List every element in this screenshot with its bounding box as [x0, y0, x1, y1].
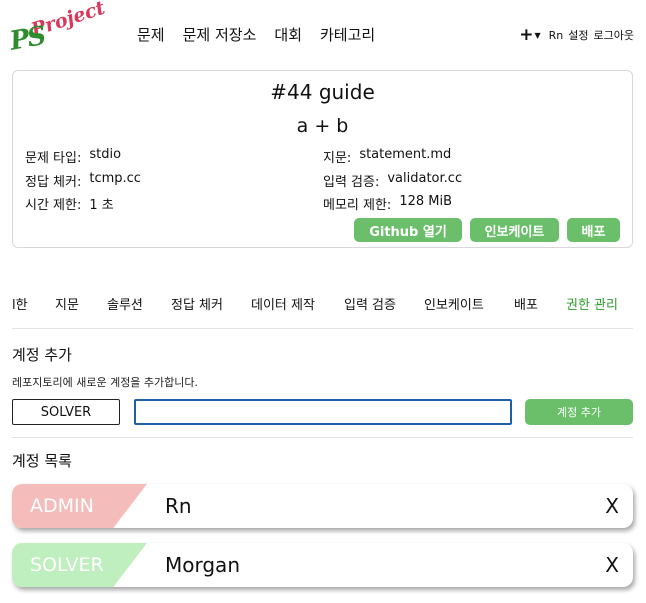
checker-value: tcmp.cc [89, 171, 141, 186]
account-username: Rn [165, 494, 192, 518]
problem-tabs: l한 지문 솔루션 정답 체커 데이터 제작 입력 검증 인보케이트 배포 권한… [0, 294, 633, 314]
section-divider [12, 437, 633, 438]
memory-limit-value: 128 MiB [399, 194, 453, 209]
account-name-input[interactable] [134, 399, 512, 425]
statement-label: 지문: [323, 151, 352, 166]
logo-ps-text: PS [7, 21, 47, 57]
problem-checker: 정답 체커: tcmp.cc [25, 171, 141, 190]
role-badge-admin: ADMIN [12, 484, 147, 528]
problem-time-limit: 시간 제한: 1 초 [25, 194, 114, 213]
tab-checker[interactable]: 정답 체커 [171, 294, 223, 313]
tab-solutions[interactable]: 솔루션 [107, 294, 143, 313]
tab-invoke[interactable]: 인보케이트 [424, 294, 484, 313]
settings-link[interactable]: 설정 [568, 27, 588, 43]
validator-value: validator.cc [387, 171, 463, 186]
logout-link[interactable]: 로그아웃 [594, 27, 634, 43]
role-select[interactable]: SOLVER [12, 399, 120, 425]
problem-info-card: #44 guide a + b 문제 타입: stdio 정답 체커: tcmp… [12, 70, 633, 248]
plus-icon[interactable]: + [519, 26, 533, 43]
tab-deploy[interactable]: 배포 [514, 294, 538, 313]
problem-validator: 입력 검증: validator.cc [323, 171, 462, 190]
tab-generator[interactable]: 데이터 제작 [251, 294, 315, 313]
problem-memory-limit: 메모리 제한: 128 MiB [323, 194, 452, 213]
deploy-button[interactable]: 배포 [567, 218, 620, 242]
add-account-heading: 계정 추가 [12, 346, 72, 364]
nav-problems[interactable]: 문제 [137, 24, 165, 45]
validator-label: 입력 검증: [323, 175, 380, 190]
user-area: + ▼ Rn 설정 로그아웃 [519, 26, 634, 43]
statement-value: statement.md [359, 147, 452, 162]
problem-subtitle: a + b [296, 115, 349, 137]
memory-limit-label: 메모리 제한: [323, 198, 392, 213]
problem-type-label: 문제 타입: [25, 151, 82, 166]
account-row: SOLVER Morgan X [12, 543, 633, 587]
tab-partial[interactable]: l한 [12, 294, 28, 313]
add-account-description: 레포지토리에 새로운 계정을 추가합니다. [12, 376, 199, 389]
tab-permissions[interactable]: 권한 관리 [566, 294, 618, 313]
problem-statement: 지문: statement.md [323, 147, 451, 166]
problem-type-value: stdio [89, 147, 122, 162]
checker-label: 정답 체커: [25, 175, 82, 190]
username[interactable]: Rn [549, 29, 564, 42]
remove-account-button[interactable]: X [605, 494, 619, 518]
invoke-button[interactable]: 인보케이트 [470, 218, 559, 242]
account-list-heading: 계정 목록 [12, 452, 72, 470]
remove-account-button[interactable]: X [605, 553, 619, 577]
nav-categories[interactable]: 카테고리 [320, 24, 375, 45]
chevron-down-icon[interactable]: ▼ [534, 31, 540, 40]
tab-validator[interactable]: 입력 검증 [344, 294, 396, 313]
tabs-divider [12, 328, 633, 329]
account-username: Morgan [165, 553, 240, 577]
nav-contests[interactable]: 대회 [274, 24, 302, 45]
nav-problem-repository[interactable]: 문제 저장소 [183, 24, 257, 45]
open-github-button[interactable]: Github 열기 [354, 218, 462, 242]
main-nav: 문제 문제 저장소 대회 카테고리 [137, 24, 393, 45]
problem-title: #44 guide [270, 80, 375, 104]
site-logo[interactable]: Project PS [7, 0, 108, 58]
time-limit-label: 시간 제한: [25, 198, 82, 213]
role-badge-solver: SOLVER [12, 543, 147, 587]
account-row: ADMIN Rn X [12, 484, 633, 528]
tab-statement[interactable]: 지문 [55, 294, 79, 313]
add-account-button[interactable]: 계정 추가 [525, 399, 633, 425]
problem-type: 문제 타입: stdio [25, 147, 121, 166]
time-limit-value: 1 초 [89, 198, 114, 213]
